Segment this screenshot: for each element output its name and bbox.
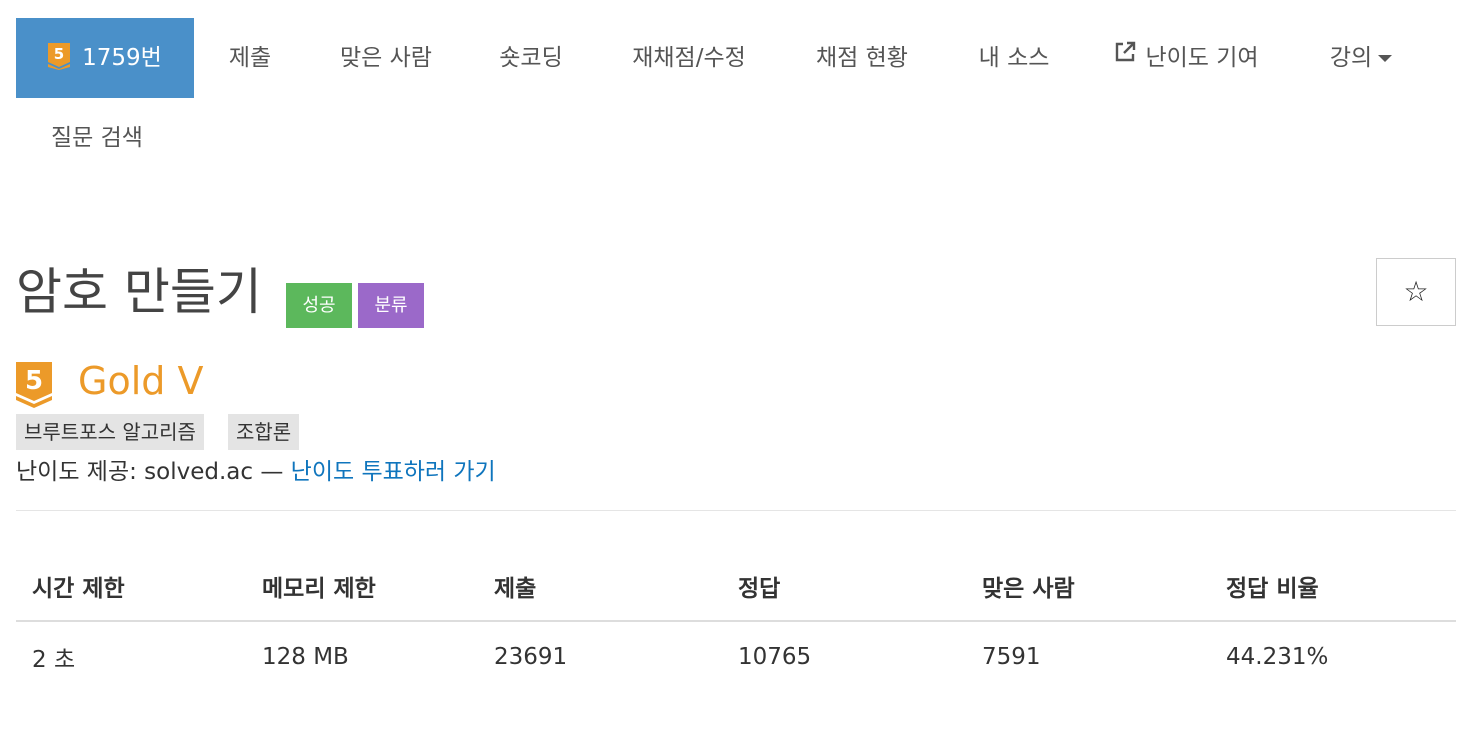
nav-short-coding[interactable]: 숏코딩	[466, 18, 596, 98]
nav-submit[interactable]: 제출	[194, 18, 306, 98]
header-time-limit: 시간 제한	[16, 552, 246, 622]
tag-brute-force[interactable]: 브루트포스 알고리즘	[16, 414, 204, 450]
difficulty-vote-link[interactable]: 난이도 투표하러 가기	[291, 459, 496, 485]
cell-submissions: 23691	[494, 644, 568, 670]
page: 5 1759번 제출 맞은 사람 숏코딩 재채점/수정 채점 현황 내 소스 난…	[16, 0, 1456, 673]
nav-question-search[interactable]: 질문 검색	[16, 98, 178, 178]
gold-tier-badge-icon: 5	[48, 43, 71, 70]
external-link-icon	[1113, 17, 1137, 97]
difficulty-source: 난이도 제공: solved.ac — 난이도 투표하러 가기	[16, 454, 496, 490]
favorite-star-button[interactable]: ☆	[1376, 258, 1456, 326]
difficulty-prefix: 난이도 제공: solved.ac —	[16, 459, 291, 485]
nav-label: 강의	[1329, 45, 1373, 71]
nav-label: 맞은 사람	[340, 45, 432, 71]
problem-title: 암호 만들기	[16, 263, 262, 321]
nav-label: 제출	[228, 45, 272, 71]
header-memory-limit: 메모리 제한	[246, 552, 478, 622]
table-header-row: 시간 제한 메모리 제한 제출 정답 맞은 사람 정답 비율	[16, 552, 1456, 622]
svg-text:5: 5	[25, 366, 43, 396]
cell-memory-limit: 128 MB	[262, 644, 349, 670]
nav-rejudge[interactable]: 재채점/수정	[596, 18, 782, 98]
nav-lecture-dropdown[interactable]: 강의	[1286, 18, 1436, 98]
nav-label: 질문 검색	[51, 125, 143, 151]
problem-header: 암호 만들기 성공 분류 ☆	[16, 256, 1456, 336]
nav-label: 내 소스	[978, 45, 1050, 71]
header-submissions: 제출	[478, 552, 722, 622]
nav-label: 1759번	[82, 45, 162, 71]
tag-combinatorics[interactable]: 조합론	[228, 414, 300, 450]
nav-problem-number[interactable]: 5 1759번	[16, 18, 194, 98]
success-label[interactable]: 성공	[286, 283, 352, 328]
cell-accepted: 10765	[738, 644, 812, 670]
problem-nav: 5 1759번 제출 맞은 사람 숏코딩 재채점/수정 채점 현황 내 소스 난…	[16, 0, 1456, 178]
nav-label: 채점 현황	[816, 45, 908, 71]
header-accepted: 정답	[722, 552, 966, 622]
table-row: 2 초 128 MB 23691 10765 7591 44.231%	[16, 621, 1456, 692]
nav-my-source[interactable]: 내 소스	[942, 18, 1086, 98]
header-accepted-users: 맞은 사람	[966, 552, 1210, 622]
tier-name[interactable]: Gold V	[78, 358, 203, 404]
problem-info-table: 시간 제한 메모리 제한 제출 정답 맞은 사람 정답 비율 2 초 128 M…	[16, 552, 1456, 692]
nav-status[interactable]: 채점 현황	[782, 18, 942, 98]
cell-accepted-users: 7591	[982, 644, 1041, 670]
gold-tier-icon: 5	[16, 362, 52, 408]
divider	[16, 510, 1456, 511]
caret-down-icon	[1378, 55, 1393, 62]
nav-difficulty-contribute[interactable]: 난이도 기여	[1086, 18, 1286, 98]
nav-label: 재채점/수정	[632, 45, 746, 71]
nav-accepted-users[interactable]: 맞은 사람	[306, 18, 466, 98]
nav-label: 난이도 기여	[1145, 45, 1259, 71]
svg-text:5: 5	[54, 45, 64, 63]
cell-time-limit: 2 초	[32, 647, 76, 673]
category-label[interactable]: 분류	[358, 283, 424, 328]
header-accept-ratio: 정답 비율	[1210, 552, 1456, 622]
cell-accept-ratio: 44.231%	[1226, 644, 1329, 670]
nav-label: 숏코딩	[499, 45, 563, 71]
